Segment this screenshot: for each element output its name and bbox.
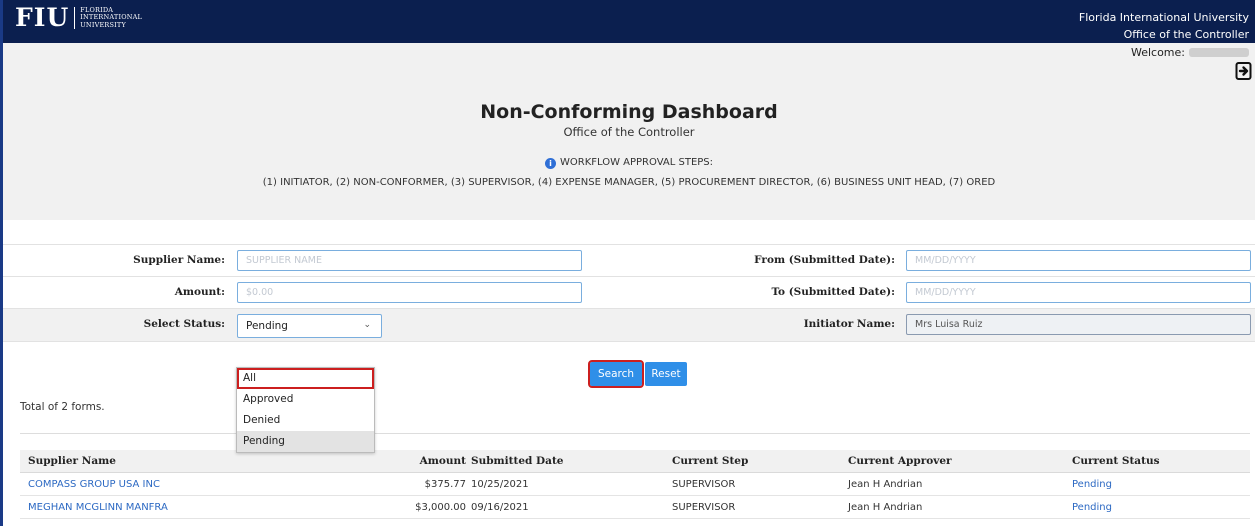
workflow-steps: (1) INITIATOR, (2) NON-CONFORMER, (3) SU…: [262, 177, 996, 188]
status-link[interactable]: Pending: [1072, 496, 1112, 519]
workflow-heading-text: WORKFLOW APPROVAL STEPS:: [559, 157, 714, 168]
logo-divider: [74, 7, 76, 29]
office-name: Office of the Controller: [1123, 28, 1249, 41]
to-date-input[interactable]: [906, 282, 1251, 303]
results-table: Supplier Name Amount Submitted Date Curr…: [20, 450, 1250, 519]
info-icon: i: [544, 158, 556, 169]
redacted-user-name: [1189, 48, 1249, 57]
column-header-amount[interactable]: Amount: [320, 450, 466, 473]
logout-icon[interactable]: [1235, 61, 1253, 81]
column-header-current-approver[interactable]: Current Approver: [848, 450, 952, 473]
initiator-name-label: Initiator Name:: [803, 318, 895, 330]
welcome-text: Welcome:: [1131, 46, 1249, 59]
status-select[interactable]: Pending ⌄: [237, 314, 382, 338]
chevron-down-icon: ⌄: [363, 320, 371, 330]
logo-mark: FIU: [15, 3, 70, 32]
amount-label: Amount:: [174, 286, 225, 298]
status-link[interactable]: Pending: [1072, 473, 1112, 496]
page-subtitle: Office of the Controller: [563, 125, 695, 139]
form-row-status: Select Status: Pending ⌄ Initiator Name:: [3, 308, 1255, 342]
total-forms-text: Total of 2 forms.: [20, 401, 105, 413]
from-date-input[interactable]: [906, 250, 1251, 271]
column-header-current-status[interactable]: Current Status: [1072, 450, 1160, 473]
current-step-cell: SUPERVISOR: [672, 502, 736, 513]
logo-word: UNIVERSITY: [80, 20, 126, 29]
page-title: Non-Conforming Dashboard: [480, 101, 778, 123]
select-status-label: Select Status:: [143, 318, 225, 330]
current-approver-cell: Jean H Andrian: [848, 502, 923, 513]
dashboard-header: Welcome: Non-Conforming Dashboard Office…: [3, 43, 1255, 220]
status-option-approved[interactable]: Approved: [237, 389, 374, 410]
logo-words: FLORIDA INTERNATIONAL UNIVERSITY: [80, 6, 142, 29]
org-name: Florida International University: [1078, 11, 1249, 24]
form-row-supplier: Supplier Name: From (Submitted Date):: [3, 244, 1255, 276]
top-bar: FIU FLORIDA INTERNATIONAL UNIVERSITY Flo…: [3, 0, 1255, 43]
fiu-logo[interactable]: FIU FLORIDA INTERNATIONAL UNIVERSITY: [15, 3, 142, 32]
table-row: MEGHAN MCGLINN MANFRA $3,000.00 09/16/20…: [20, 496, 1250, 519]
welcome-label: Welcome:: [1130, 46, 1185, 59]
table-row: COMPASS GROUP USA INC $375.77 10/25/2021…: [20, 473, 1250, 496]
section-divider: [20, 433, 1250, 434]
status-dropdown-list: All Approved Denied Pending: [236, 367, 375, 453]
status-option-all[interactable]: All: [237, 368, 374, 389]
table-header: Supplier Name Amount Submitted Date Curr…: [20, 450, 1250, 473]
supplier-link[interactable]: COMPASS GROUP USA INC: [28, 473, 160, 496]
initiator-name-input: [906, 314, 1251, 335]
amount-input[interactable]: [237, 282, 582, 303]
amount-cell: $375.77: [424, 479, 466, 490]
column-header-supplier[interactable]: Supplier Name: [28, 450, 116, 473]
from-date-label: From (Submitted Date):: [754, 254, 895, 266]
workflow-heading: i WORKFLOW APPROVAL STEPS:: [3, 157, 1255, 169]
status-option-pending[interactable]: Pending: [237, 431, 374, 452]
supplier-name-input[interactable]: [237, 250, 582, 271]
supplier-link[interactable]: MEGHAN MCGLINN MANFRA: [28, 496, 168, 519]
status-option-denied[interactable]: Denied: [237, 410, 374, 431]
current-step-cell: SUPERVISOR: [672, 479, 736, 490]
reset-button[interactable]: Reset: [645, 362, 687, 386]
current-approver-cell: Jean H Andrian: [848, 479, 923, 490]
to-date-label: To (Submitted Date):: [771, 286, 895, 298]
form-row-amount: Amount: To (Submitted Date):: [3, 276, 1255, 308]
supplier-name-label: Supplier Name:: [133, 254, 225, 266]
column-header-submitted-date[interactable]: Submitted Date: [471, 450, 563, 473]
status-select-value: Pending: [246, 320, 288, 332]
column-header-current-step[interactable]: Current Step: [672, 450, 748, 473]
search-button[interactable]: Search: [588, 360, 644, 388]
submitted-date-cell: 10/25/2021: [471, 479, 529, 490]
submitted-date-cell: 09/16/2021: [471, 502, 529, 513]
amount-cell: $3,000.00: [415, 502, 466, 513]
